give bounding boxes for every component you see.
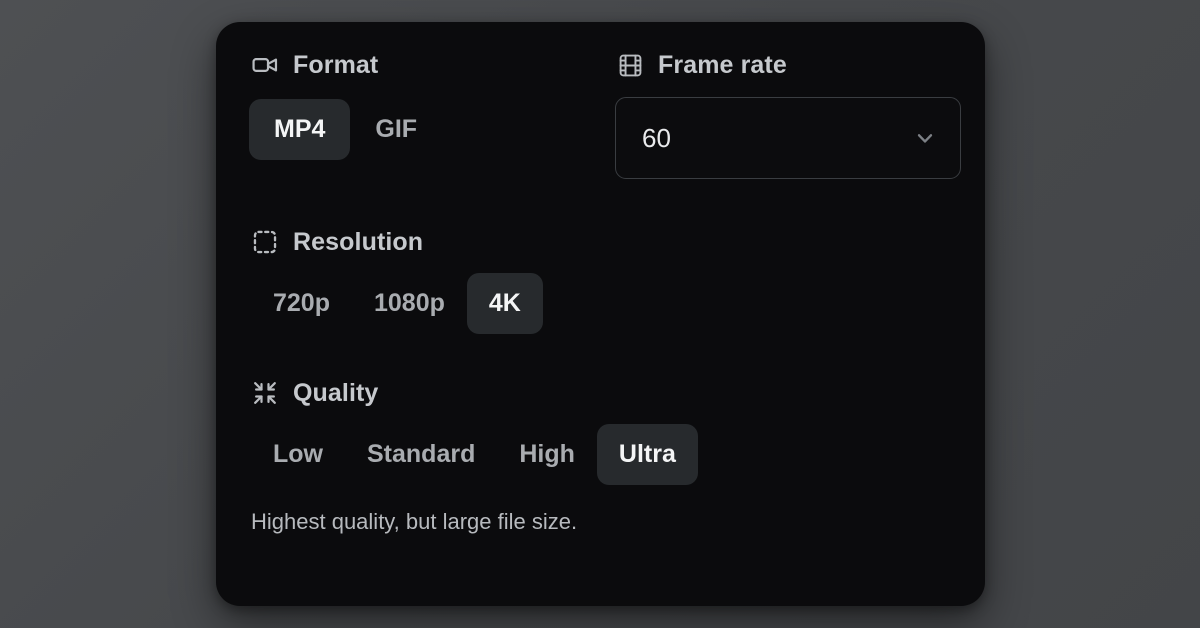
quality-option-low[interactable]: Low [251,424,345,485]
quality-heading: Quality [250,376,951,410]
resolution-option-720p[interactable]: 720p [251,273,352,334]
frame-rate-title: Frame rate [658,50,787,79]
quality-title: Quality [293,378,379,407]
frame-rate-heading: Frame rate [615,48,961,82]
top-settings-row: Format MP4 GIF Frame rate 60 [249,48,961,179]
quality-hint-text: Highest quality, but large file size. [251,509,578,534]
quality-option-ultra[interactable]: Ultra [596,424,698,485]
quality-section: Quality Low Standard High Ultra [250,376,951,485]
format-title: Format [293,50,379,79]
resolution-heading: Resolution [250,225,951,259]
format-section: Format MP4 GIF [249,48,615,179]
film-strip-icon [615,50,645,80]
format-options: MP4 GIF [249,99,615,160]
frame-rate-section: Frame rate 60 [615,48,961,179]
minimize-arrows-icon [250,378,280,408]
format-heading: Format [250,48,615,82]
resolution-title: Resolution [293,227,424,256]
format-option-gif[interactable]: GIF [350,99,442,160]
frame-rate-value: 60 [642,123,671,153]
resolution-options: 720p 1080p 4K [251,273,951,334]
quality-option-high[interactable]: High [497,424,597,485]
export-settings-panel: Format MP4 GIF Frame rate 60 Resolution … [216,22,985,606]
resolution-option-4k[interactable]: 4K [466,273,543,334]
video-camera-icon [250,50,280,80]
resolution-section: Resolution 720p 1080p 4K [250,225,951,334]
format-option-mp4[interactable]: MP4 [249,99,351,160]
screenshot-stage: Format MP4 GIF Frame rate 60 Resolution … [0,0,1200,628]
chevron-down-icon [912,125,938,151]
crop-selection-icon [250,227,280,257]
resolution-option-1080p[interactable]: 1080p [352,273,467,334]
quality-options: Low Standard High Ultra [251,424,951,485]
frame-rate-select[interactable]: 60 [615,97,961,179]
quality-option-standard[interactable]: Standard [345,424,497,485]
